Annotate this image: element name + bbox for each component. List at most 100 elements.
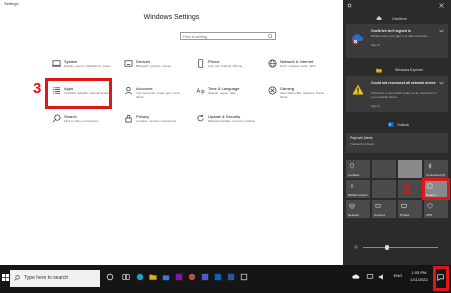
tile-accounts[interactable]: Accounts Your accounts, email, sync, wor… — [124, 86, 184, 108]
bluetooth-icon — [428, 163, 432, 169]
warning-icon — [352, 84, 364, 95]
qa-location[interactable]: Location — [346, 160, 370, 178]
settings-window: Settings Windows Settings System Display… — [0, 0, 343, 226]
qa-mobile-hotspot[interactable]: Mobile hotspot — [346, 180, 370, 198]
project-icon — [401, 203, 407, 209]
paylah-notification[interactable]: PayLah! Alerts Transaction Alerts — [346, 133, 448, 153]
phone-icon — [198, 59, 204, 68]
word-icon[interactable] — [227, 273, 235, 281]
search-icon — [14, 275, 20, 281]
task-view-icon[interactable] — [122, 273, 130, 281]
onedrive-body: Please enter your sign in to start OneDr… — [371, 34, 428, 38]
paylah-body: Transaction Alerts — [350, 142, 374, 146]
step-number-quick-action: 2 — [403, 181, 411, 196]
vpn-icon — [427, 203, 433, 209]
qa-label: Mobile hotspot — [348, 193, 368, 197]
explorer-title: Could not reconnect all network drives — [371, 81, 436, 85]
action-center: OneDrive OneDrive isn't signed in Please… — [343, 0, 451, 265]
tile-subtitle: Speech, region, date — [208, 91, 236, 95]
tile-time-language[interactable]: A字 Time & Language Speech, region, date — [196, 86, 256, 108]
tile-subtitle: Find my files, permissions — [64, 119, 99, 123]
quick-action-highlight-box — [422, 178, 450, 200]
network-icon — [349, 203, 355, 209]
network-tray-icon[interactable] — [366, 273, 374, 281]
qa-tile-2[interactable] — [372, 160, 396, 178]
outlook-taskbar-icon[interactable] — [214, 273, 222, 281]
chevron-down-icon[interactable] — [439, 29, 444, 33]
onedrive-header: OneDrive — [392, 17, 407, 21]
language-indicator[interactable]: ENG — [392, 273, 404, 278]
app-icon[interactable] — [240, 273, 248, 281]
cloud-tray-icon[interactable] — [352, 273, 360, 281]
search-icon — [268, 34, 273, 39]
action-center-button-highlight-box — [433, 266, 449, 291]
onedrive-notification[interactable]: OneDrive isn't signed in Please enter yo… — [346, 24, 448, 58]
onedrive-signin-link[interactable]: Sign in — [371, 43, 380, 47]
qa-bluetooth[interactable]: Connected (2) — [424, 160, 448, 178]
qa-network[interactable]: Network — [346, 200, 370, 218]
taskbar-search-box[interactable]: Type here to search — [10, 270, 100, 287]
chrome-icon[interactable] — [188, 273, 196, 281]
language-icon: A字 — [196, 88, 205, 95]
tile-search[interactable]: Search Find my files, permissions — [52, 114, 112, 136]
tile-privacy[interactable]: Privacy Location, camera, microphone — [124, 114, 184, 136]
person-icon — [125, 86, 132, 95]
folder-icon — [376, 68, 382, 73]
search-input[interactable] — [183, 34, 263, 39]
volume-icon[interactable] — [378, 273, 386, 281]
tile-subtitle: Xbox Game Bar, captures, Game Mode — [280, 91, 325, 99]
explorer-notification[interactable]: Could not reconnect all network drives C… — [346, 76, 448, 112]
slider-track[interactable] — [363, 246, 438, 248]
tile-phone[interactable]: Phone Link your Android, iPhone — [196, 59, 256, 81]
qa-connect[interactable]: Connect — [372, 200, 396, 218]
clock-time: 1:05 PM — [411, 270, 427, 275]
qa-vpn[interactable]: VPN — [424, 200, 448, 218]
tile-update-security[interactable]: Update & Security Windows Update, recove… — [196, 114, 256, 136]
tile-gaming[interactable]: Gaming Xbox Game Bar, captures, Game Mod… — [268, 86, 328, 108]
slider-thumb[interactable] — [385, 244, 389, 250]
outlook-icon — [388, 122, 394, 127]
cortana-icon[interactable] — [106, 273, 114, 281]
brightness-icon — [354, 245, 358, 249]
qa-project[interactable]: Project — [398, 200, 422, 218]
xbox-icon — [268, 86, 277, 95]
store-icon[interactable] — [162, 273, 170, 281]
tile-network[interactable]: Network & Internet Wi-Fi, airplane mode,… — [268, 59, 328, 81]
edge-icon[interactable] — [136, 273, 144, 281]
settings-gear-icon[interactable] — [347, 3, 352, 8]
close-icon[interactable] — [439, 3, 444, 8]
keyboard-icon — [124, 60, 133, 67]
teams-icon[interactable] — [201, 273, 209, 281]
taskbar-search-placeholder: Type here to search — [24, 275, 69, 281]
qa-tile-6[interactable] — [372, 180, 396, 198]
onedrive-cloud-icon — [376, 16, 382, 20]
brightness-slider[interactable] — [353, 244, 443, 250]
onenote-icon[interactable] — [175, 273, 183, 281]
connect-icon — [375, 203, 381, 208]
step-number-apps: 3 — [33, 80, 42, 97]
globe-icon — [268, 59, 277, 68]
laptop-icon — [52, 60, 61, 67]
explorer-signin-link[interactable]: Sign in — [371, 104, 380, 108]
apps-highlight-box — [45, 78, 112, 109]
hotspot-icon — [350, 184, 354, 188]
qa-label: Project — [400, 213, 410, 217]
tile-devices[interactable]: Devices Bluetooth, printers, mouse — [124, 59, 184, 81]
explorer-header: Windows Explorer — [395, 68, 424, 72]
clock[interactable]: 1:05 PM 1/11/2022 — [408, 270, 430, 282]
taskbar: Type here to search ENG 1:05 PM 1/11/202… — [0, 265, 451, 293]
onedrive-title: OneDrive isn't signed in — [371, 29, 411, 33]
tile-subtitle: Location, camera, microphone — [136, 119, 177, 123]
settings-search[interactable] — [180, 32, 276, 40]
chevron-down-icon[interactable] — [439, 81, 444, 85]
magnifier-icon — [52, 114, 61, 123]
tile-subtitle: Your accounts, email, sync, work, family — [136, 91, 181, 99]
tile-subtitle: Windows Update, recovery, backup — [208, 119, 255, 123]
file-explorer-icon[interactable] — [149, 273, 157, 281]
title-bar: Settings — [0, 0, 343, 8]
window-title: Settings — [4, 1, 19, 6]
location-icon — [349, 163, 355, 169]
windows-start-icon[interactable] — [2, 274, 9, 281]
qa-label: Connect — [374, 213, 386, 217]
qa-tile-3[interactable] — [398, 160, 422, 178]
